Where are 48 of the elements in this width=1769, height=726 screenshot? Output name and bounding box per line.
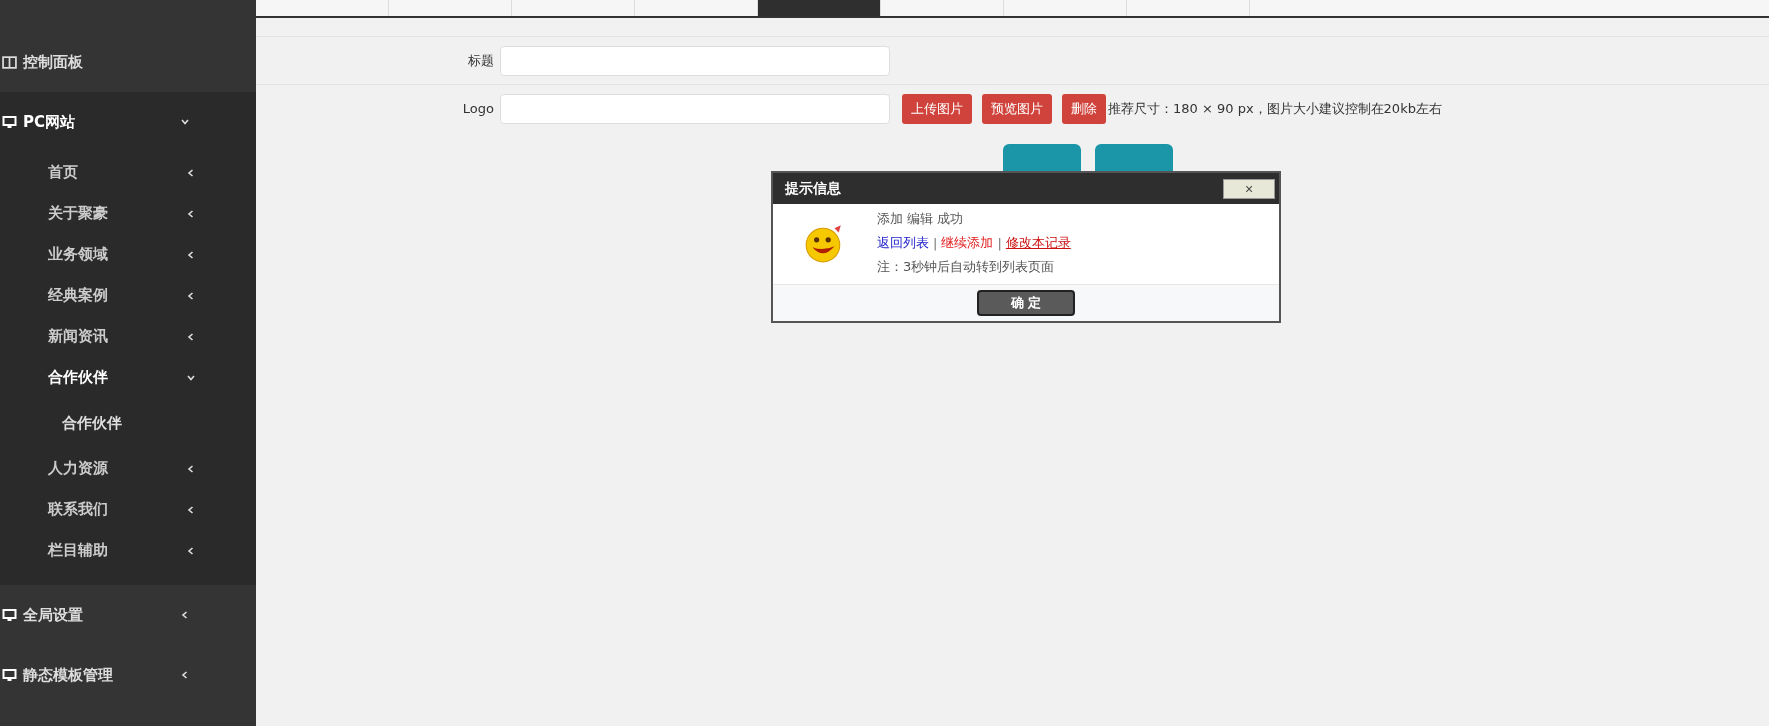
chevron-left-icon	[186, 249, 196, 260]
monitor-icon	[2, 608, 17, 622]
tab[interactable]	[758, 0, 881, 16]
dialog-title: 提示信息	[785, 179, 841, 198]
sidebar-item[interactable]: 栏目辅助	[0, 530, 256, 571]
upload-button[interactable]: 删除	[1062, 93, 1106, 124]
chevron-left-icon	[186, 167, 196, 178]
chevron-left-icon	[186, 290, 196, 301]
sidebar-item[interactable]: 关于聚豪	[0, 193, 256, 234]
link[interactable]: 修改本记录	[1005, 234, 1071, 252]
sidebar-item[interactable]: 合作伙伴	[0, 398, 256, 448]
sidebar-item[interactable]: 新闻资讯	[0, 316, 256, 357]
ok-button[interactable]: 确 定	[977, 290, 1075, 316]
sidebar-item[interactable]: 首页	[0, 152, 256, 193]
sidebar-item[interactable]: 全局设置	[0, 585, 256, 645]
chevron-left-icon	[180, 670, 190, 680]
field-label: 标题	[467, 51, 494, 70]
chevron-left-icon	[186, 463, 196, 474]
sidebar-item[interactable]: 人力资源	[0, 448, 256, 489]
separator-text: |	[997, 235, 1002, 251]
close-button[interactable]: ×	[1223, 178, 1275, 199]
panel-icon	[2, 55, 17, 69]
link[interactable]: 返回列表	[877, 234, 929, 252]
chevron-left-icon	[186, 331, 196, 342]
redirect-note: 注：3秒钟后自动转到列表页面	[877, 258, 1056, 276]
field-label: Logo	[461, 101, 494, 116]
monitor-icon	[2, 115, 17, 129]
upload-button[interactable]: 上传图片	[902, 93, 972, 124]
sidebar-item[interactable]: 业务领域	[0, 234, 256, 275]
separator-text: |	[933, 235, 938, 251]
sidebar-item[interactable]: PC网站	[0, 92, 256, 152]
upload-button[interactable]: 预览图片	[982, 93, 1052, 124]
success-message: 添加 编辑 成功	[877, 210, 965, 228]
sidebar-item[interactable]: 控制面板	[0, 32, 256, 92]
chevron-left-icon	[186, 208, 196, 219]
chevron-down-icon	[180, 117, 190, 127]
sidebar-item[interactable]: 合作伙伴	[0, 357, 256, 398]
chevron-left-icon	[186, 545, 196, 556]
link[interactable]: 继续添加	[941, 234, 994, 252]
sidebar-item[interactable]: 静态模板管理	[0, 645, 256, 705]
sidebar-item[interactable]: 经典案例	[0, 275, 256, 316]
input-field[interactable]	[500, 45, 890, 76]
input-field[interactable]	[500, 93, 890, 124]
sidebar-item[interactable]: 联系我们	[0, 489, 256, 530]
monitor-icon	[2, 668, 17, 682]
chevron-left-icon	[180, 610, 190, 620]
chevron-left-icon	[186, 504, 196, 515]
hint-text: 推荐尺寸：180 × 90 px，图片大小建议控制在20kb左右	[1108, 99, 1442, 118]
